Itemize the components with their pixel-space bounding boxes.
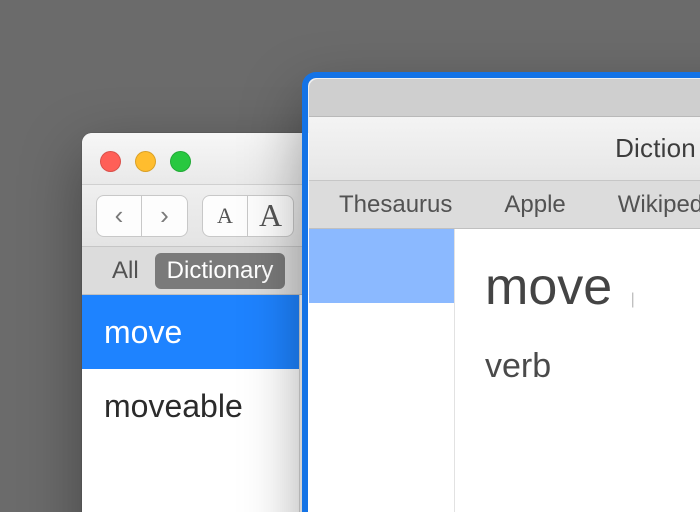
window-title: Diction	[615, 133, 696, 164]
list-item[interactable]: moveable	[82, 369, 299, 443]
part-of-speech: verb	[485, 347, 700, 386]
zoom-icon[interactable]	[170, 151, 191, 172]
chevron-left-icon: ‹	[115, 200, 124, 231]
front-results-sidebar	[309, 229, 455, 512]
scope-dictionary[interactable]: Dictionary	[155, 253, 286, 289]
font-large-icon: A	[259, 197, 282, 234]
font-size-segment: A A	[202, 195, 294, 237]
front-content-split: move | verb	[309, 229, 700, 512]
forward-button[interactable]: ›	[142, 195, 188, 237]
scope-thesaurus[interactable]: Thesaurus	[327, 187, 464, 223]
chevron-right-icon: ›	[160, 200, 169, 231]
back-button[interactable]: ‹	[96, 195, 142, 237]
scope-apple[interactable]: Apple	[492, 187, 577, 223]
list-item[interactable]: move	[82, 295, 299, 369]
front-toolbar: Diction	[309, 117, 700, 181]
traffic-lights	[100, 151, 191, 172]
close-icon[interactable]	[100, 151, 121, 172]
results-sidebar: move moveable	[82, 295, 300, 512]
font-larger-button[interactable]: A	[248, 195, 294, 237]
front-inner: Diction Thesaurus Apple Wikipedia move |…	[309, 79, 700, 512]
front-scope-bar: Thesaurus Apple Wikipedia	[309, 181, 700, 229]
list-item[interactable]	[309, 229, 454, 303]
headword-row: move |	[485, 257, 700, 317]
scope-wikipedia[interactable]: Wikipedia	[606, 187, 700, 223]
font-smaller-button[interactable]: A	[202, 195, 248, 237]
front-definition-pane: move | verb	[455, 229, 700, 512]
minimize-icon[interactable]	[135, 151, 156, 172]
front-titlebar	[309, 79, 700, 117]
headword: move	[485, 258, 612, 316]
font-small-icon: A	[217, 203, 233, 229]
nav-segment: ‹ ›	[96, 195, 188, 237]
scope-all[interactable]: All	[100, 253, 151, 289]
pipe-separator: |	[631, 291, 635, 308]
dictionary-window-front: Diction Thesaurus Apple Wikipedia move |…	[302, 72, 700, 512]
